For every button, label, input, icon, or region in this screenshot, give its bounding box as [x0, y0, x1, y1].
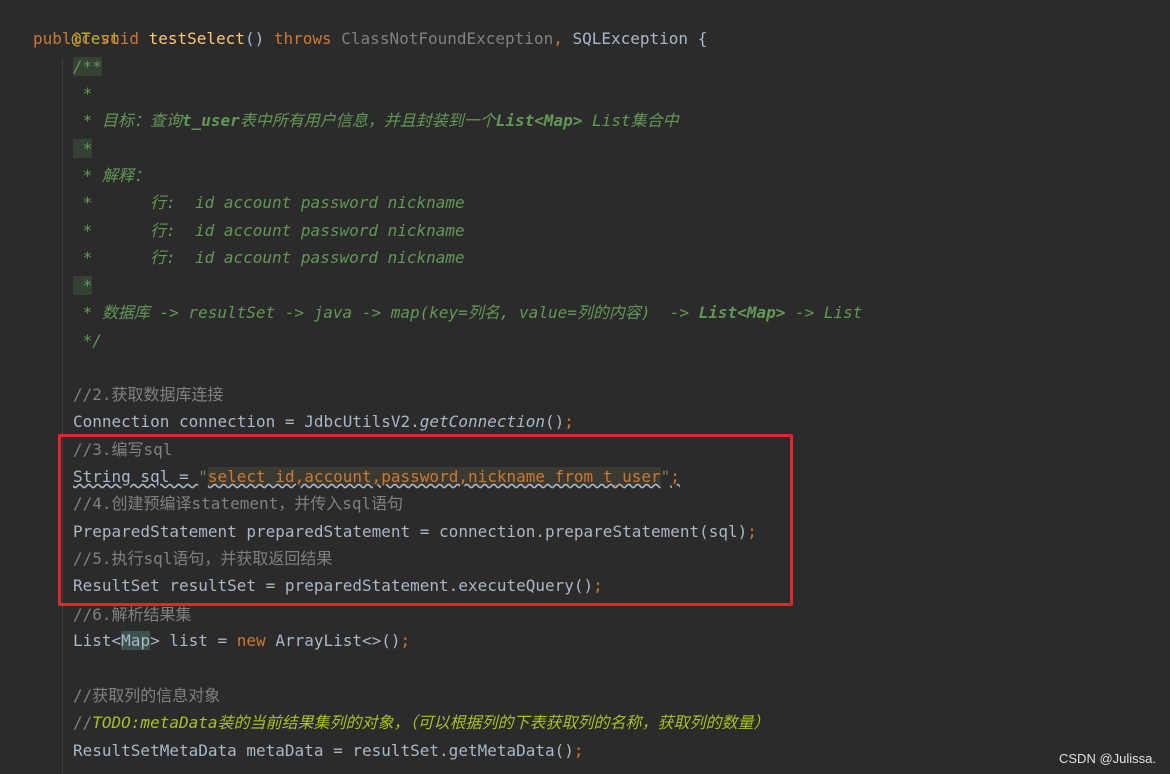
doc-star: * — [73, 276, 93, 295]
doc-text: List — [582, 111, 631, 130]
code-line-list: List<Map> list = new ArrayList<>(); — [73, 628, 410, 654]
doc-line-1: /** — [73, 54, 102, 80]
doc-line-7: * 行: id account password nickname — [73, 218, 465, 244]
doc-text: * 数据库 -> resultSet -> java -> map(key=列名… — [73, 303, 699, 322]
open-brace: { — [688, 29, 708, 48]
method-name: testSelect — [148, 29, 245, 48]
code-text: > list = — [150, 631, 237, 650]
exception-sql: SQLException — [572, 29, 689, 48]
comment-column-info: //获取列的信息对象 — [73, 683, 220, 709]
keyword-new: new — [236, 631, 266, 650]
comma: , — [553, 29, 573, 48]
comment-text: //6.解析结果集 — [73, 605, 192, 624]
doc-line-6: * 行: id account password nickname — [73, 190, 465, 216]
static-method: getConnection — [419, 412, 546, 431]
doc-line-4: * — [73, 136, 93, 162]
doc-line-8: * 行: id account password nickname — [73, 245, 465, 271]
keyword-void: void — [100, 29, 139, 48]
code-text: ResultSetMetaData metaData = resultSet.g… — [73, 741, 574, 760]
method-parens: () — [244, 29, 274, 48]
comment-step-2: //2.获取数据库连接 — [73, 382, 224, 408]
doc-star: * — [73, 84, 93, 103]
doc-line-10: * 数据库 -> resultSet -> java -> map(key=列名… — [73, 300, 863, 326]
type-param-highlight: Map — [121, 631, 151, 650]
doc-line-2: * — [73, 81, 93, 107]
code-line-metadata: ResultSetMetaData metaData = resultSet.g… — [73, 738, 584, 764]
code-line-connection: Connection connection = JdbcUtilsV2.getC… — [73, 409, 574, 435]
red-highlight-box — [58, 434, 793, 606]
comment-text: //获取列的信息对象 — [73, 686, 221, 705]
doc-bold: t_user — [181, 111, 240, 130]
indent-guide — [62, 58, 63, 774]
code-line-annotation: @Test — [33, 0, 120, 48]
doc-line-9: * — [73, 273, 93, 299]
exception-classnotfound: ClassNotFoundException — [341, 29, 554, 48]
code-text: List< — [73, 631, 122, 650]
keyword-public: public — [33, 29, 91, 48]
doc-line-11: */ — [73, 328, 102, 354]
doc-text: 集合中 — [630, 111, 679, 130]
code-text: Connection connection = JdbcUtilsV2. — [73, 412, 420, 431]
doc-star: * — [73, 139, 93, 158]
code-text: ArrayList<>() — [265, 631, 401, 650]
doc-text: 表中所有用户信息，并且封装到一个 — [239, 111, 496, 130]
doc-text: * 行: id account password nickname — [73, 221, 465, 240]
semicolon: ; — [400, 631, 411, 650]
doc-star: * — [73, 111, 102, 130]
doc-line-5: * 解释： — [73, 163, 150, 189]
doc-text: -> — [785, 303, 824, 322]
comment-slash: // — [73, 713, 93, 732]
semicolon: ; — [573, 741, 584, 760]
comment-text: //2.获取数据库连接 — [73, 385, 224, 404]
todo-text: TODO:metaData装的当前结果集列的对象，（可以根据列的下表获取列的名称… — [92, 713, 770, 732]
doc-open: /** — [73, 57, 102, 76]
csdn-watermark: CSDN @Julissa. — [1059, 751, 1156, 766]
doc-text: * 解释： — [73, 166, 150, 185]
comment-todo: //TODO:metaData装的当前结果集列的对象，（可以根据列的下表获取列的… — [73, 710, 770, 736]
code-line-method-signature: public void testSelect() throws ClassNot… — [33, 26, 707, 52]
doc-text: * 行: id account password nickname — [73, 193, 465, 212]
doc-text: * 行: id account password nickname — [73, 248, 465, 267]
semicolon: ; — [564, 412, 574, 431]
doc-close: */ — [73, 331, 102, 350]
doc-text: 目标：查询 — [101, 111, 182, 130]
doc-line-3: * 目标：查询t_user表中所有用户信息，并且封装到一个List<Map> L… — [73, 108, 679, 134]
doc-text: List — [823, 303, 863, 322]
doc-bold: List<Map> — [495, 111, 583, 130]
code-editor[interactable]: @Test public void testSelect() throws Cl… — [0, 0, 1170, 774]
doc-bold: List<Map> — [698, 303, 786, 322]
code-text: () — [545, 412, 565, 431]
keyword-throws: throws — [273, 29, 332, 48]
